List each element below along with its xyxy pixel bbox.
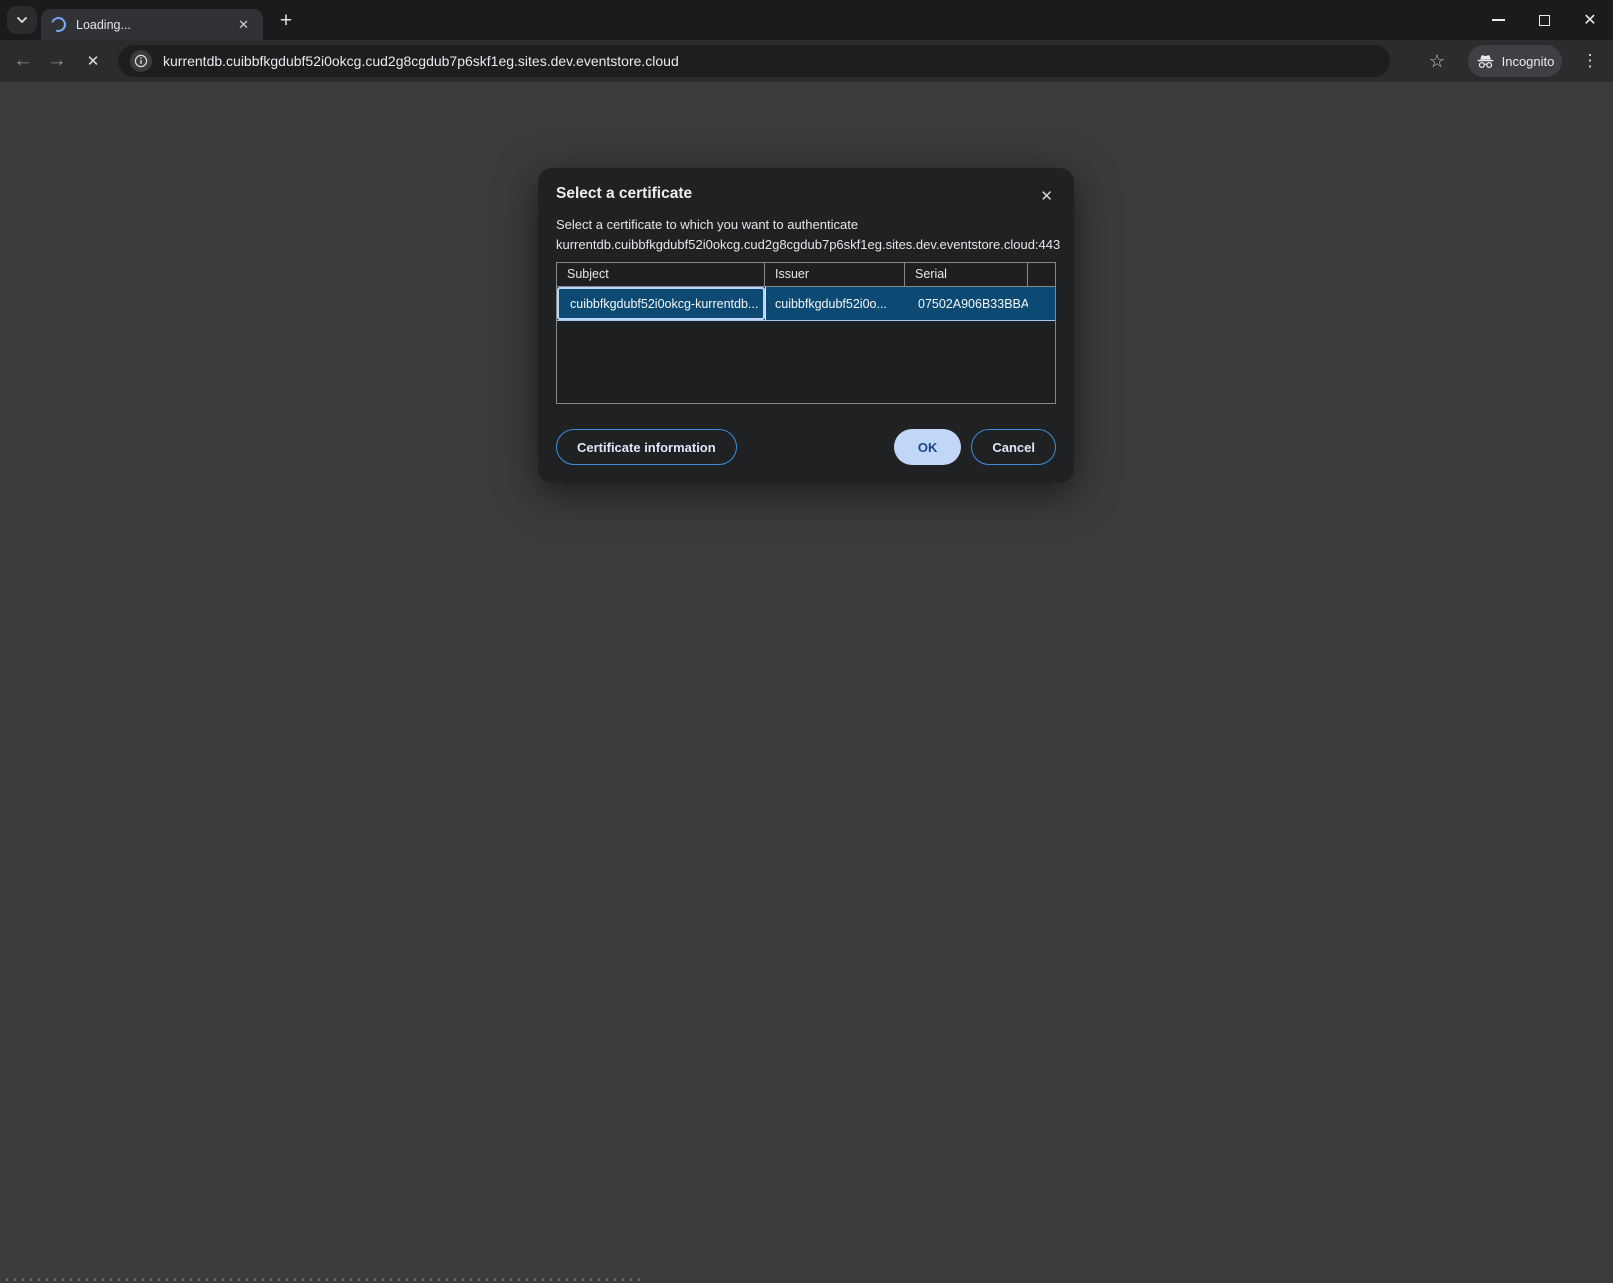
incognito-label: Incognito — [1502, 54, 1555, 69]
dialog-buttons: Certificate information OK Cancel — [556, 429, 1056, 465]
certificate-information-button[interactable]: Certificate information — [556, 429, 737, 465]
dialog-host: kurrentdb.cuibbfkgdubf52i0okcg.cud2g8cgd… — [556, 235, 1056, 255]
incognito-icon — [1476, 53, 1495, 69]
back-button[interactable]: ← — [6, 40, 40, 82]
minimize-icon — [1492, 19, 1505, 21]
tab-search-button[interactable] — [7, 6, 37, 34]
maximize-icon — [1539, 15, 1550, 26]
window-maximize-button[interactable] — [1521, 0, 1567, 40]
certificate-table: Subject Issuer Serial cuibbfkgdubf52i0ok… — [556, 262, 1056, 404]
incognito-badge: Incognito — [1468, 45, 1562, 77]
certificate-row-selected[interactable]: cuibbfkgdubf52i0okcg-kurrentdb... cuibbf… — [557, 287, 1055, 321]
new-tab-button[interactable]: + — [272, 8, 300, 36]
column-header-serial: Serial — [905, 263, 1028, 286]
certificate-issuer-cell: cuibbfkgdubf52i0o... — [765, 287, 905, 320]
window-controls: ✕ — [1475, 0, 1613, 40]
browser-menu-icon[interactable]: ⋮ — [1574, 40, 1606, 82]
certificate-row-spacer — [1028, 287, 1055, 320]
certificate-table-header: Subject Issuer Serial — [557, 263, 1055, 287]
forward-button[interactable]: → — [40, 40, 74, 82]
certificate-subject-cell: cuibbfkgdubf52i0okcg-kurrentdb... — [557, 287, 765, 320]
dialog-title: Select a certificate — [556, 185, 692, 203]
address-bar[interactable]: kurrentdb.cuibbfkgdubf52i0okcg.cud2g8cgd… — [118, 45, 1390, 77]
certificate-serial-cell: 07502A906B33BBA... — [905, 287, 1028, 320]
page-content: Select a certificate ✕ Select a certific… — [0, 82, 1613, 1283]
loading-spinner-icon — [49, 15, 69, 35]
bookmark-star-icon[interactable]: ☆ — [1420, 40, 1454, 82]
column-header-subject: Subject — [557, 263, 765, 286]
browser-toolbar: ← → ✕ kurrentdb.cuibbfkgdubf52i0okcg.cud… — [0, 40, 1613, 82]
tab-strip: Loading... ✕ + ✕ — [0, 0, 1613, 40]
tab-title: Loading... — [76, 18, 234, 32]
ok-button[interactable]: OK — [894, 429, 962, 465]
site-info-icon[interactable] — [130, 50, 152, 72]
stop-loading-button[interactable]: ✕ — [76, 40, 110, 82]
column-header-issuer: Issuer — [765, 263, 905, 286]
browser-tab[interactable]: Loading... ✕ — [41, 9, 263, 40]
window-minimize-button[interactable] — [1475, 0, 1521, 40]
url-text: kurrentdb.cuibbfkgdubf52i0okcg.cud2g8cgd… — [163, 53, 679, 69]
column-header-spacer — [1028, 263, 1055, 286]
dialog-close-icon[interactable]: ✕ — [1036, 185, 1057, 207]
chevron-down-icon — [16, 16, 28, 24]
tab-close-icon[interactable]: ✕ — [234, 15, 253, 35]
select-certificate-dialog: Select a certificate ✕ Select a certific… — [538, 168, 1074, 483]
render-artifact-dots — [6, 1278, 646, 1281]
cancel-button[interactable]: Cancel — [971, 429, 1056, 465]
window-close-button[interactable]: ✕ — [1567, 0, 1613, 40]
dialog-description: Select a certificate to which you want t… — [556, 215, 1056, 254]
dialog-description-line: Select a certificate to which you want t… — [556, 215, 1056, 235]
